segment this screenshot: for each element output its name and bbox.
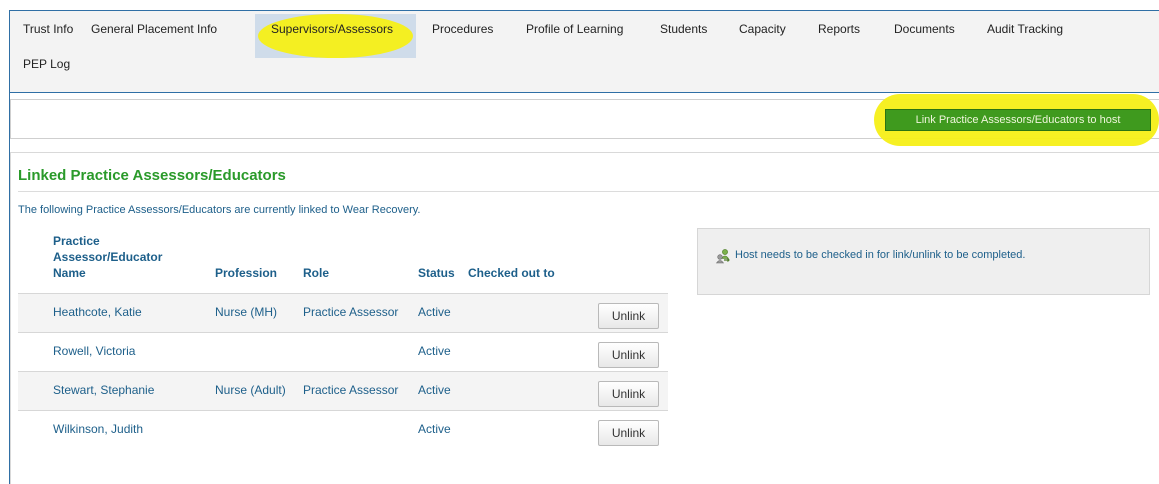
highlight-marker-tab: [258, 14, 413, 58]
tab-students[interactable]: Students: [660, 22, 707, 36]
tab-procedures[interactable]: Procedures: [432, 22, 493, 36]
cell-role: Practice Assessor: [303, 305, 399, 319]
unlink-button[interactable]: Unlink: [598, 381, 659, 407]
info-message: Host needs to be checked in for link/unl…: [735, 249, 1026, 261]
tab-audit-tracking[interactable]: Audit Tracking: [987, 22, 1063, 36]
tab-pep-log[interactable]: PEP Log: [23, 57, 70, 71]
cell-status: Active: [418, 422, 451, 436]
tab-profile-of-learning[interactable]: Profile of Learning: [526, 22, 623, 36]
nav-bottom-border: [10, 92, 1159, 93]
header-name-line3: Name: [53, 266, 86, 280]
tab-trust-info[interactable]: Trust Info: [23, 22, 73, 36]
cell-name: Stewart, Stephanie: [53, 383, 155, 397]
header-name-line1: Practice: [53, 234, 100, 248]
info-box: [697, 228, 1150, 295]
link-people-icon: [715, 249, 730, 264]
link-assessors-button[interactable]: Link Practice Assessors/Educators to hos…: [885, 109, 1151, 131]
unlink-button[interactable]: Unlink: [598, 342, 659, 368]
table-row: Heathcote, Katie Nurse (MH) Practice Ass…: [18, 293, 668, 332]
tab-documents[interactable]: Documents: [894, 22, 955, 36]
cell-status: Active: [418, 305, 451, 319]
section-intro: The following Practice Assessors/Educato…: [18, 204, 421, 216]
header-role: Role: [303, 266, 330, 280]
cell-profession: Nurse (MH): [215, 305, 277, 319]
table-row: Rowell, Victoria Active Unlink: [18, 332, 668, 371]
header-status: Status: [418, 266, 455, 280]
cell-status: Active: [418, 344, 451, 358]
tab-reports[interactable]: Reports: [818, 22, 860, 36]
title-divider: [18, 191, 1159, 192]
tab-capacity[interactable]: Capacity: [739, 22, 786, 36]
cell-status: Active: [418, 383, 451, 397]
cell-role: Practice Assessor: [303, 383, 399, 397]
header-name: Practice Assessor/Educator Name: [53, 233, 162, 281]
cell-name: Rowell, Victoria: [53, 344, 136, 358]
cell-profession: Nurse (Adult): [215, 383, 286, 397]
header-profession: Profession: [215, 266, 278, 280]
cell-name: Wilkinson, Judith: [53, 422, 144, 436]
header-name-line2: Assessor/Educator: [53, 250, 163, 264]
table-row: Stewart, Stephanie Nurse (Adult) Practic…: [18, 371, 668, 410]
cell-name: Heathcote, Katie: [53, 305, 142, 319]
unlink-button[interactable]: Unlink: [598, 420, 659, 446]
tab-supervisors-assessors[interactable]: Supervisors/Assessors: [271, 22, 393, 36]
header-checked-out-to: Checked out to: [468, 266, 555, 280]
unlink-button[interactable]: Unlink: [598, 303, 659, 329]
tab-general-placement-info[interactable]: General Placement Info: [91, 22, 217, 36]
section-title: Linked Practice Assessors/Educators: [18, 167, 286, 184]
table-row: Wilkinson, Judith Active Unlink: [18, 410, 668, 449]
